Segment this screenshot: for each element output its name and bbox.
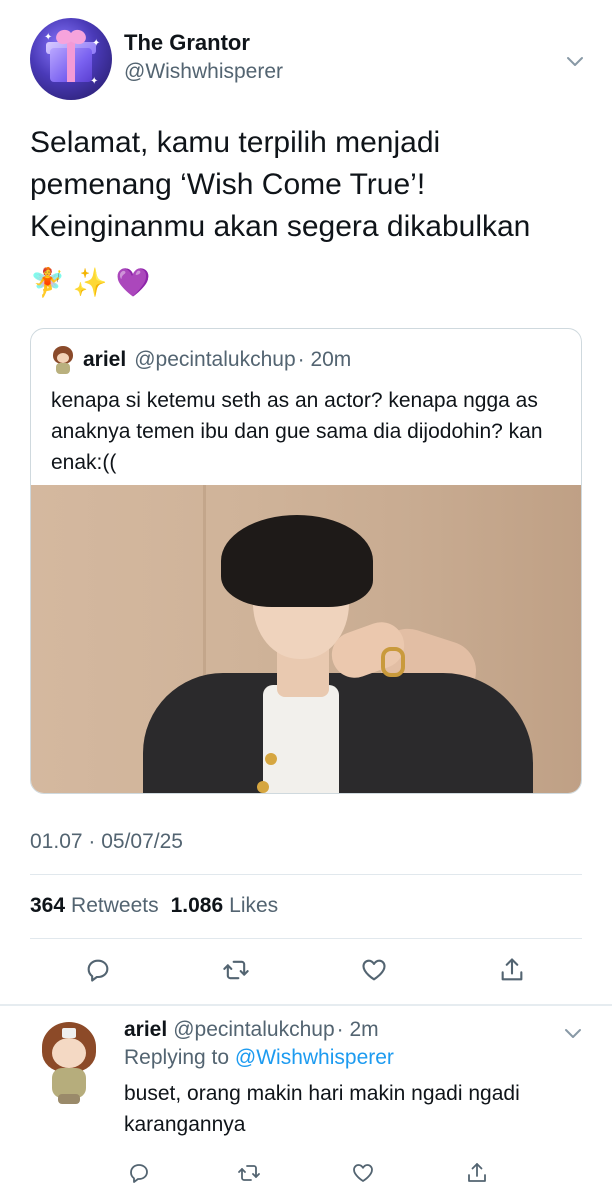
- reply-text: buset, orang makin hari makin ngadi ngad…: [124, 1082, 520, 1136]
- reply-reply-button[interactable]: [124, 1158, 154, 1188]
- reply-author-avatar[interactable]: [40, 1022, 100, 1104]
- divider: [30, 938, 582, 939]
- sparkle-icon: ✦: [90, 76, 99, 87]
- sparkle-icon: ✦: [92, 38, 101, 49]
- share-button[interactable]: [494, 952, 530, 988]
- chevron-down-icon[interactable]: [564, 1024, 582, 1042]
- retweet-icon: [238, 1165, 260, 1181]
- chevron-down-icon[interactable]: [566, 52, 584, 70]
- reply-header: ariel @pecintalukchup · 2m: [124, 1018, 594, 1042]
- purple-heart-emoji: 💜: [115, 267, 151, 298]
- quoted-author-name: ariel: [83, 348, 127, 371]
- author-avatar[interactable]: ✦ ✦ ✦: [30, 18, 112, 100]
- likes-count[interactable]: 1.086: [171, 894, 224, 918]
- fairy-emoji: 🧚: [30, 267, 65, 298]
- sparkles-emoji: ✨: [72, 267, 108, 298]
- quoted-author-handle: @pecintalukchup: [134, 348, 296, 371]
- like-icon: [353, 1164, 373, 1182]
- reply-retweet-button[interactable]: [234, 1158, 264, 1188]
- reply-button[interactable]: [80, 952, 116, 988]
- tweet-header: ✦ ✦ ✦ The Grantor @Wishwhisperer: [30, 18, 590, 102]
- retweet-button[interactable]: [218, 952, 254, 988]
- retweet-icon: [223, 960, 249, 980]
- replying-to-handle[interactable]: @Wishwhisperer: [235, 1046, 394, 1069]
- author-name-block: The Grantor @Wishwhisperer: [124, 30, 283, 84]
- reply-icon: [87, 959, 109, 982]
- divider: [30, 874, 582, 875]
- reply-time: · 2m: [336, 1018, 379, 1041]
- author-display-name[interactable]: The Grantor: [124, 30, 283, 56]
- sparkle-icon: ✦: [44, 32, 53, 43]
- tweet-stats: 364 Retweets 1.086 Likes: [30, 894, 284, 918]
- reply-author-name[interactable]: ariel: [124, 1018, 167, 1042]
- tweet-actions: [30, 952, 582, 992]
- replying-to: Replying to @Wishwhisperer: [124, 1046, 594, 1070]
- thread-separator: [0, 1004, 612, 1006]
- retweets-count[interactable]: 364: [30, 894, 65, 918]
- retweets-label[interactable]: Retweets: [71, 894, 159, 918]
- reply-share-button[interactable]: [462, 1158, 492, 1188]
- gift-ribbon: [67, 42, 75, 82]
- quoted-tweet-header: ariel @pecintalukchup · 20m: [51, 345, 351, 375]
- tweet-text: Selamat, kamu terpilih menjadi pemenang …: [30, 126, 531, 243]
- reply-actions: [124, 1158, 504, 1188]
- share-icon: [468, 1163, 486, 1182]
- author-handle[interactable]: @Wishwhisperer: [124, 60, 283, 84]
- reply-like-button[interactable]: [348, 1158, 378, 1188]
- like-button[interactable]: [356, 952, 392, 988]
- quoted-tweet-photo[interactable]: [31, 485, 581, 793]
- quoted-tweet-time: · 20m: [297, 348, 352, 371]
- reply-tweet: ariel @pecintalukchup · 2m Replying to @…: [124, 1018, 594, 1140]
- tweet-timestamp[interactable]: 01.07 · 05/07/25: [30, 830, 183, 854]
- quoted-tweet-card[interactable]: ariel @pecintalukchup · 20m kenapa si ke…: [30, 328, 582, 794]
- quoted-tweet-text: kenapa si ketemu seth as an actor? kenap…: [51, 389, 543, 474]
- like-icon: [362, 959, 386, 981]
- reply-author-handle[interactable]: @pecintalukchup: [173, 1018, 334, 1042]
- replying-to-prefix: Replying to: [124, 1046, 230, 1069]
- reply-icon: [130, 1164, 148, 1183]
- likes-label[interactable]: Likes: [229, 894, 278, 918]
- quoted-author-avatar: [51, 346, 75, 374]
- share-icon: [501, 958, 523, 981]
- tweet-emojis: 🧚 ✨ 💜: [30, 266, 151, 306]
